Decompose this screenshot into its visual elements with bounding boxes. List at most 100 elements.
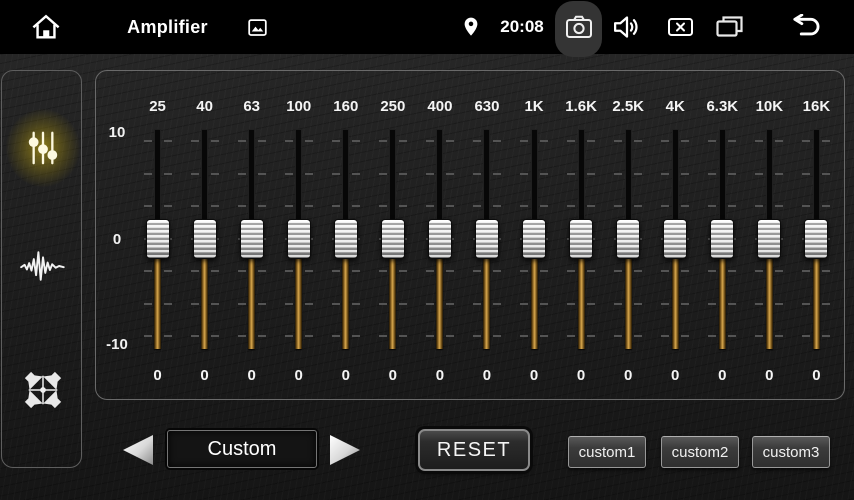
tick-mark (399, 173, 407, 175)
eq-slider-handle[interactable] (710, 219, 734, 259)
eq-band-10K: 10K0 (746, 71, 793, 401)
band-value: 0 (511, 367, 558, 384)
eq-slider-handle[interactable] (428, 219, 452, 259)
tick-mark (708, 173, 716, 175)
scale-label-min: -10 (96, 336, 138, 353)
preset-prev-button[interactable] (120, 434, 156, 466)
eq-band-160: 1600 (322, 71, 369, 401)
eq-slider-handle[interactable] (240, 219, 264, 259)
sidebar-tab-sound-effect[interactable] (20, 243, 66, 289)
tick-mark (399, 335, 407, 337)
tick-mark (822, 173, 830, 175)
eq-slider-handle[interactable] (569, 219, 593, 259)
freq-label: 16K (793, 98, 840, 115)
tick-mark (681, 335, 689, 337)
tick-mark (775, 205, 783, 207)
tick-mark (258, 303, 266, 305)
home-button[interactable] (28, 0, 64, 54)
tick-mark (634, 303, 642, 305)
tick-mark (493, 140, 501, 142)
tick-mark (144, 205, 152, 207)
tick-mark (399, 270, 407, 272)
freq-label: 2.5K (605, 98, 652, 115)
tick-mark (728, 205, 736, 207)
eq-band-25: 250 (134, 71, 181, 401)
tick-mark (540, 205, 548, 207)
recent-apps-button[interactable] (712, 0, 746, 54)
eq-slider-handle[interactable] (287, 219, 311, 259)
tick-mark (822, 140, 830, 142)
freq-label: 100 (275, 98, 322, 115)
eq-band-1K: 1K0 (511, 71, 558, 401)
tick-mark (567, 173, 575, 175)
eq-slider-handle[interactable] (804, 219, 828, 259)
tick-mark (446, 173, 454, 175)
tick-mark (587, 205, 595, 207)
preset-selector[interactable]: Custom (167, 430, 317, 468)
back-button[interactable] (786, 0, 826, 54)
left-arrow-icon (120, 434, 156, 466)
eq-slider-handle[interactable] (757, 219, 781, 259)
location-button[interactable] (460, 0, 482, 54)
tick-mark (775, 303, 783, 305)
tick-mark (446, 303, 454, 305)
tick-mark (681, 303, 689, 305)
preset-next-button[interactable] (327, 434, 363, 466)
camera-button[interactable] (562, 0, 596, 54)
tick-mark (822, 303, 830, 305)
custom2-button[interactable]: custom2 (661, 436, 739, 468)
tick-mark (775, 173, 783, 175)
freq-label: 10K (746, 98, 793, 115)
waveform-icon (20, 248, 66, 284)
tick-mark (540, 173, 548, 175)
tick-mark (802, 140, 810, 142)
volume-button[interactable] (610, 0, 644, 54)
tick-mark (332, 205, 340, 207)
eq-slider-handle[interactable] (146, 219, 170, 259)
eq-slider-handle[interactable] (522, 219, 546, 259)
tick-mark (332, 140, 340, 142)
tick-mark (379, 140, 387, 142)
tick-mark (211, 205, 219, 207)
tick-mark (634, 270, 642, 272)
tick-mark (352, 173, 360, 175)
tick-mark (332, 303, 340, 305)
tick-mark (822, 205, 830, 207)
home-icon (31, 12, 61, 42)
tick-mark (352, 303, 360, 305)
custom3-button[interactable]: custom3 (752, 436, 830, 468)
tick-mark (587, 270, 595, 272)
eq-slider-handle[interactable] (616, 219, 640, 259)
tick-mark (493, 335, 501, 337)
tick-mark (258, 140, 266, 142)
eq-slider-handle[interactable] (193, 219, 217, 259)
tick-mark (144, 303, 152, 305)
gallery-button[interactable] (244, 0, 270, 54)
custom1-button[interactable]: custom1 (568, 436, 646, 468)
tick-mark (473, 173, 481, 175)
reset-button[interactable]: RESET (418, 429, 530, 471)
tick-mark (755, 173, 763, 175)
sidebar-tab-equalizer[interactable] (20, 125, 66, 171)
tick-mark (426, 205, 434, 207)
tick-mark (567, 303, 575, 305)
eq-slider-handle[interactable] (334, 219, 358, 259)
tick-mark (332, 173, 340, 175)
eq-slider-handle[interactable] (475, 219, 499, 259)
tick-mark (211, 303, 219, 305)
status-bar: Amplifier 20:08 (0, 0, 854, 54)
sidebar-tab-balance-fader[interactable] (20, 367, 66, 413)
tick-mark (238, 140, 246, 142)
tick-mark (587, 173, 595, 175)
eq-slider-handle[interactable] (663, 219, 687, 259)
tick-mark (332, 270, 340, 272)
tick-mark (258, 205, 266, 207)
preset-label: Custom (208, 438, 277, 461)
tick-mark (708, 303, 716, 305)
band-value: 0 (699, 367, 746, 384)
close-app-button[interactable] (665, 0, 695, 54)
eq-band-250: 2500 (369, 71, 416, 401)
eq-band-630: 6300 (463, 71, 510, 401)
eq-slider-handle[interactable] (381, 219, 405, 259)
tick-mark (305, 205, 313, 207)
